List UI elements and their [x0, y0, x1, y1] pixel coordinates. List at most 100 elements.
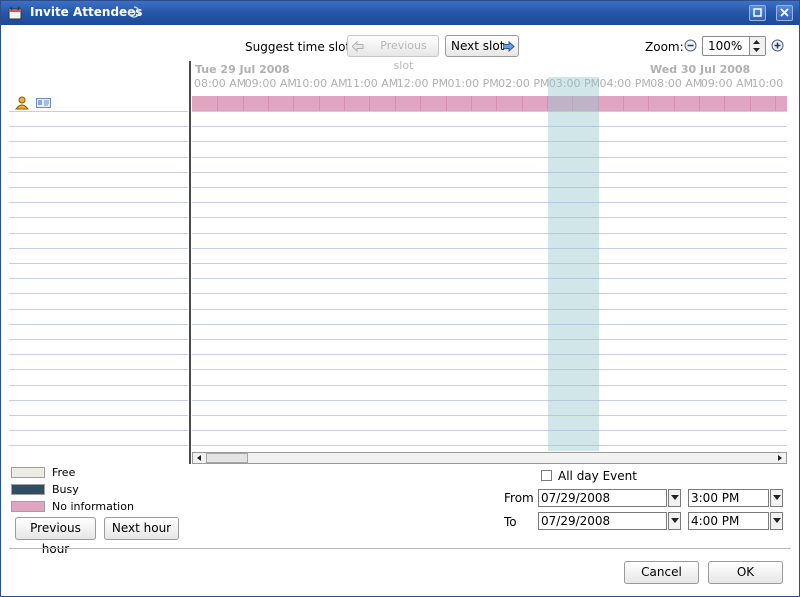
- chevron-down-icon: [773, 518, 781, 523]
- scroll-left-icon[interactable]: [194, 453, 205, 463]
- attendee-row-line: [9, 263, 188, 264]
- attendee-row-line: [9, 202, 188, 203]
- zoom-label: Zoom:: [645, 40, 684, 54]
- legend-no-info-label: No information: [52, 500, 134, 513]
- attendee-row-line: [9, 339, 188, 340]
- timeline-row-line: [192, 217, 787, 218]
- attendee-row-line: [9, 309, 188, 310]
- previous-slot-button[interactable]: Previous slot: [347, 35, 439, 72]
- zoom-spinbox[interactable]: 100%: [702, 36, 766, 56]
- legend-no-info-swatch: [11, 501, 45, 512]
- hour-label: 08:00 AM: [194, 77, 247, 90]
- scrollbar-thumb[interactable]: [206, 453, 248, 463]
- zoom-out-icon[interactable]: [684, 39, 697, 52]
- attendee-row-line: [9, 415, 188, 416]
- chevron-down-icon: [671, 495, 679, 500]
- attendee-row-line: [9, 217, 188, 218]
- from-date-field[interactable]: 07/29/2008: [538, 489, 667, 507]
- attendee-row-line: [9, 354, 188, 355]
- from-time-field[interactable]: 3:00 PM: [688, 489, 769, 507]
- previous-hour-button[interactable]: Previous hour: [15, 517, 96, 556]
- attendee-row-line: [9, 233, 188, 234]
- attendee-row-line: [9, 111, 188, 112]
- attendee-row-line: [9, 187, 188, 188]
- timeline-row-line: [192, 309, 787, 310]
- all-day-checkbox[interactable]: [541, 470, 552, 481]
- timeline-row-line: [192, 339, 787, 340]
- scroll-right-icon[interactable]: [774, 453, 785, 463]
- timeline-row-line: [192, 293, 787, 294]
- half-hour-tick: [750, 96, 751, 111]
- to-date-field[interactable]: 07/29/2008: [538, 512, 667, 530]
- timeline-row-line: [192, 445, 787, 446]
- close-button[interactable]: [776, 5, 793, 21]
- hour-label: 04:00 PM: [599, 77, 651, 90]
- timeline-row-line: [192, 233, 787, 234]
- half-hour-tick: [496, 96, 497, 111]
- to-time-field[interactable]: 4:00 PM: [688, 512, 769, 530]
- timeline-row-line: [192, 248, 787, 249]
- attendee-row-line: [9, 400, 188, 401]
- timeline-row-line: [192, 141, 787, 142]
- attendee-list[interactable]: [9, 95, 188, 453]
- from-time-dropdown[interactable]: [770, 489, 783, 507]
- date-header-2: Wed 30 Jul 2008: [650, 63, 751, 76]
- swirl-icon: [128, 6, 140, 18]
- ok-button[interactable]: OK: [708, 561, 783, 584]
- timeline-row-line: [192, 430, 787, 431]
- timeline-row-line: [192, 202, 787, 203]
- zoom-spin-arrows[interactable]: [749, 37, 765, 55]
- close-icon: [780, 8, 789, 17]
- half-hour-tick: [724, 96, 725, 111]
- suggest-time-slot-label: Suggest time slot:: [245, 40, 355, 54]
- contact-card-icon: [36, 98, 51, 108]
- hour-label: 08:00 AM: [650, 77, 703, 90]
- hour-label: 12:00 PM: [396, 77, 449, 90]
- to-time-dropdown[interactable]: [770, 512, 783, 530]
- timeline-row-line: [192, 415, 787, 416]
- timeline-row-line: [192, 111, 787, 112]
- half-hour-tick: [395, 96, 396, 111]
- hour-label: 09:00 AM: [700, 77, 754, 90]
- next-slot-button[interactable]: Next slot: [445, 35, 519, 57]
- hour-label: 10:00 AM: [751, 77, 787, 90]
- attendee-busy-bar: [192, 96, 787, 111]
- half-hour-tick: [217, 96, 218, 111]
- timeline-row-line: [192, 385, 787, 386]
- next-hour-button[interactable]: Next hour: [104, 517, 179, 540]
- title-bar: Invite Attendees: [1, 1, 799, 25]
- maximize-button[interactable]: [749, 5, 766, 21]
- half-hour-tick: [674, 96, 675, 111]
- half-hour-tick: [699, 96, 700, 111]
- next-slot-label: Next slot: [451, 39, 505, 53]
- hour-label: 10:00 AM: [295, 77, 348, 90]
- half-hour-tick: [293, 96, 294, 111]
- app-icon: [8, 6, 22, 20]
- half-hour-tick: [522, 96, 523, 111]
- freebusy-timeline[interactable]: Tue 29 Jul 2008 Wed 30 Jul 2008 08:00 AM…: [192, 61, 787, 451]
- timeline-horizontal-scrollbar[interactable]: [192, 452, 787, 464]
- half-hour-tick: [369, 96, 370, 111]
- hour-label: 11:00 AM: [346, 77, 399, 90]
- attendee-row-line: [9, 445, 188, 446]
- attendee-row-line: [9, 385, 188, 386]
- legend-free-label: Free: [52, 466, 76, 479]
- attendee-row-line: [9, 126, 188, 127]
- from-label: From: [504, 491, 534, 505]
- legend-busy-swatch: [11, 484, 45, 495]
- zoom-in-icon[interactable]: [771, 39, 784, 52]
- legend-free-swatch: [11, 467, 45, 478]
- to-date-dropdown[interactable]: [668, 512, 681, 530]
- half-hour-tick: [623, 96, 624, 111]
- hour-label: 01:00 PM: [447, 77, 499, 90]
- to-label: To: [504, 515, 517, 529]
- hour-header: 08:00 AM09:00 AM10:00 AM11:00 AM12:00 PM…: [194, 77, 787, 90]
- arrow-left-icon: [352, 41, 364, 52]
- attendee-row-line: [9, 324, 188, 325]
- selected-time-slot[interactable]: [548, 77, 599, 451]
- timeline-row-line: [192, 263, 787, 264]
- attendee-row-line: [9, 141, 188, 142]
- cancel-button[interactable]: Cancel: [624, 561, 699, 584]
- from-date-dropdown[interactable]: [668, 489, 681, 507]
- grid-divider: [189, 61, 191, 464]
